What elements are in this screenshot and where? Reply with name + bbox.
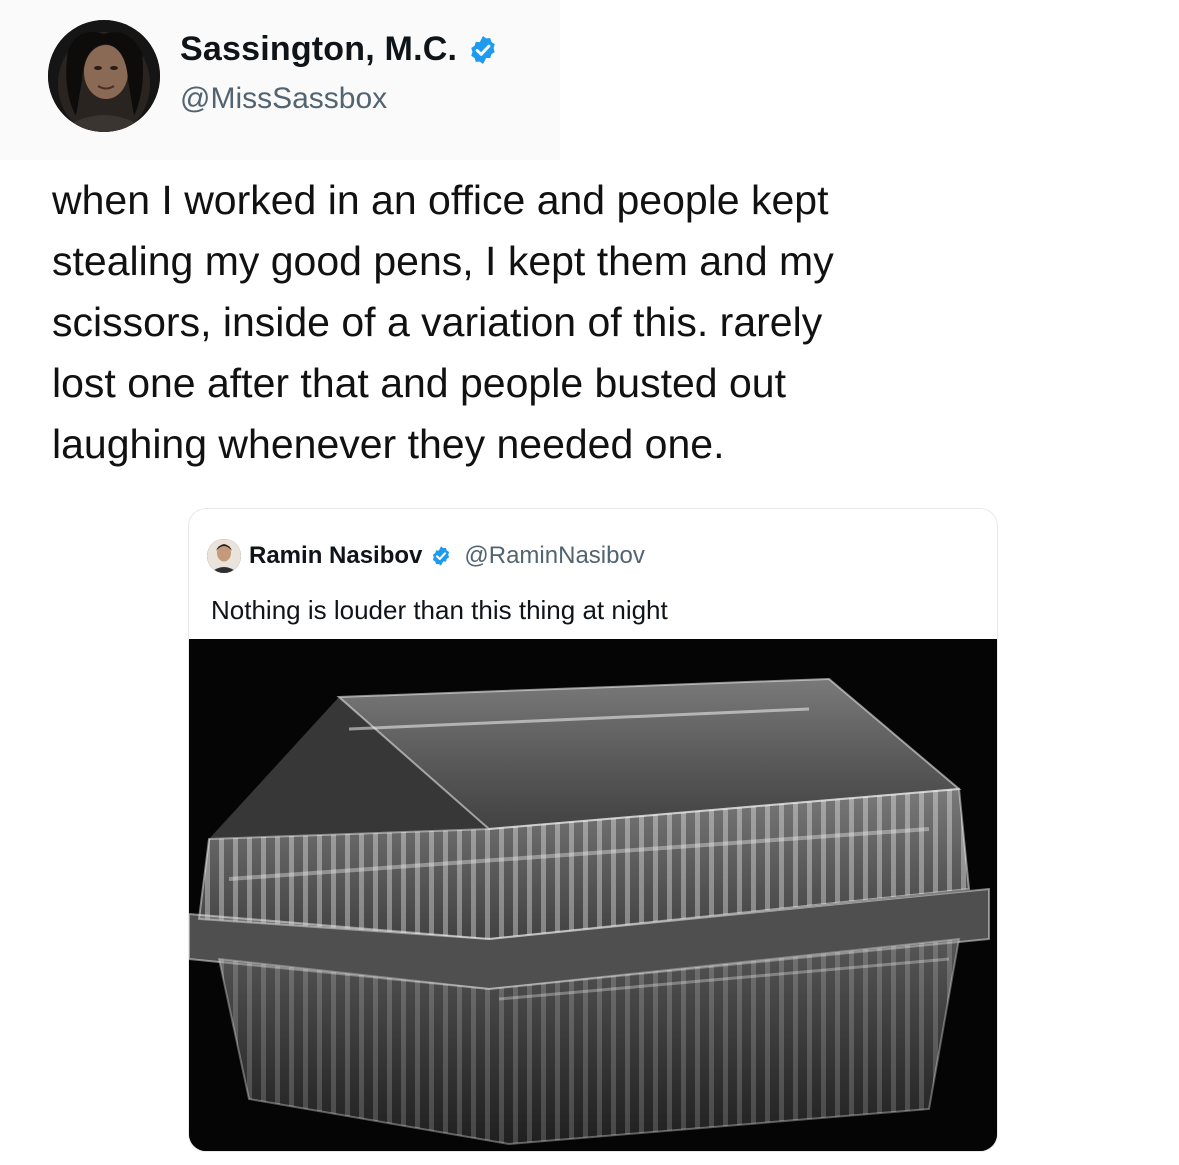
verified-badge-icon	[471, 35, 495, 64]
tweet-text: when I worked in an office and people ke…	[52, 177, 834, 467]
author-name-row: Sassington, M.C.	[180, 30, 499, 69]
author-avatar[interactable]	[48, 20, 160, 132]
quoted-tweet-text: Nothing is louder than this thing at nig…	[211, 595, 668, 625]
author-handle[interactable]: @MissSassbox	[180, 82, 387, 116]
quoted-author-name[interactable]: Ramin Nasibov	[249, 542, 422, 570]
quoted-author-handle[interactable]: @RaminNasibov	[464, 542, 644, 570]
author-name[interactable]: Sassington, M.C.	[180, 30, 457, 69]
quoted-author-avatar[interactable]	[207, 539, 241, 573]
quoted-verified-badge-icon	[433, 546, 450, 566]
clamshell-container-icon	[189, 639, 997, 1151]
clear-plastic-container-image[interactable]	[189, 639, 997, 1151]
quoted-tweet-header: Ramin Nasibov @RaminNasibov	[207, 539, 645, 573]
quoted-tweet-card[interactable]: Ramin Nasibov @RaminNasibov Nothing is l…	[188, 508, 998, 1152]
